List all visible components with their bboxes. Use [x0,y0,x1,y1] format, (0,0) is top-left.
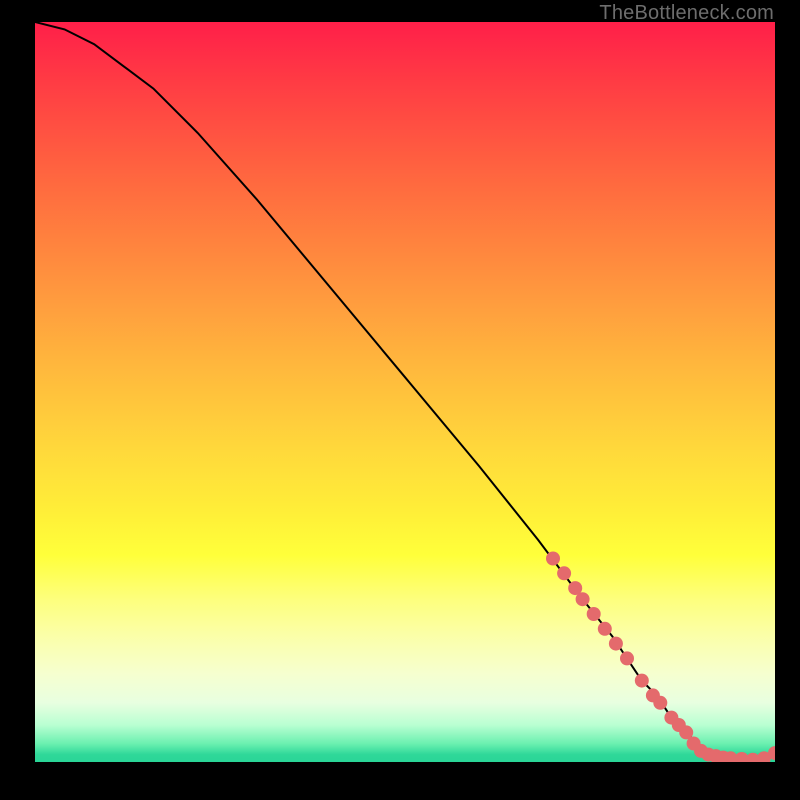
chart-stage: TheBottleneck.com [0,0,800,800]
bottleneck-curve [35,22,775,761]
data-marker [653,696,667,710]
data-marker [576,592,590,606]
data-marker [587,607,601,621]
data-marker [557,566,571,580]
data-marker [598,622,612,636]
chart-overlay [35,22,775,762]
data-marker [635,674,649,688]
data-marker [620,651,634,665]
data-marker [609,637,623,651]
plot-area [35,22,775,762]
marker-layer [546,552,775,763]
data-marker [546,552,560,566]
